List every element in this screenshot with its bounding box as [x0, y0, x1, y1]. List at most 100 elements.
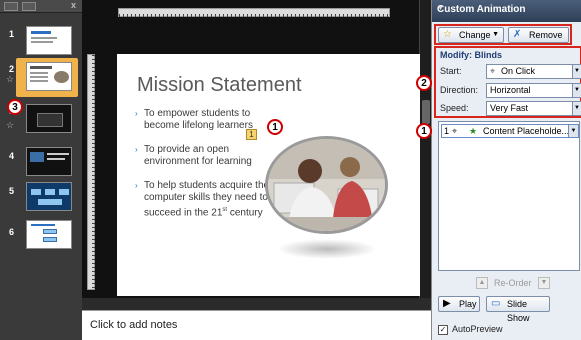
ruler-tick: [92, 91, 95, 92]
pane-options-icon[interactable]: ▼: [437, 5, 576, 12]
ruler-tick: [92, 279, 95, 280]
chevron-down-icon: ▼: [572, 102, 581, 115]
slides-tab-icon[interactable]: [4, 2, 18, 11]
close-icon[interactable]: x: [71, 0, 76, 10]
slide-show-button[interactable]: ▭ Slide Show: [486, 296, 550, 323]
slide-thumbnail-2[interactable]: [26, 62, 72, 91]
bullet-text: To provide an open environment for learn…: [144, 144, 252, 167]
ruler-tick: [92, 271, 95, 272]
ruler-tick: [123, 14, 124, 17]
play-button[interactable]: ▶ Play: [438, 296, 480, 312]
ruler-tick: [331, 14, 332, 17]
outline-tab-icon[interactable]: [22, 2, 36, 11]
bullet-item[interactable]: › To provide an open environment for lea…: [135, 144, 273, 168]
ruler-tick: [191, 14, 192, 17]
animation-order-number: 1: [444, 126, 450, 136]
ruler-tick: [92, 79, 95, 80]
ruler-tick: [92, 147, 95, 148]
ruler-tick: [92, 131, 95, 132]
slide-number: 5: [9, 186, 15, 196]
bullet-item[interactable]: › To help students acquire the computer …: [135, 180, 273, 219]
ruler-tick: [283, 14, 284, 17]
slide-title[interactable]: Mission Statement: [137, 74, 302, 97]
ruler-tick: [323, 14, 324, 17]
sidebar-toolbar: x: [0, 0, 82, 13]
ruler-tick: [92, 171, 95, 172]
ruler-tick: [131, 14, 132, 17]
ruler-tick: [92, 199, 95, 200]
slide-number: 2: [9, 64, 15, 74]
ruler-tick: [155, 14, 156, 17]
horizontal-ruler: [118, 8, 390, 17]
ruler-tick: [92, 227, 95, 228]
animation-star-icon: ☆: [6, 120, 15, 130]
ruler-tick: [127, 14, 128, 17]
notes-pane[interactable]: Click to add notes: [82, 310, 431, 340]
chevron-down-icon: ▼: [572, 65, 581, 78]
ruler-tick: [92, 211, 95, 212]
ruler-tick: [319, 14, 320, 17]
ruler-tick: [203, 14, 204, 17]
ruler-tick: [92, 67, 95, 68]
ruler-tick: [92, 187, 95, 188]
ruler-tick: [383, 14, 384, 17]
ruler-tick: [279, 14, 280, 17]
chevron-down-icon: ▼: [572, 84, 581, 97]
start-label: Start:: [440, 66, 462, 76]
ruler-tick: [92, 243, 95, 244]
chevron-down-icon[interactable]: ▼: [568, 125, 578, 137]
bullet-text: century: [227, 207, 263, 219]
ruler-tick: [139, 14, 140, 17]
slide-thumbnail-6[interactable]: [26, 220, 72, 249]
ruler-tick: [303, 14, 304, 17]
slide-thumbnail-3[interactable]: [26, 104, 72, 133]
ruler-tick: [92, 159, 95, 160]
slide-number: 4: [9, 151, 15, 161]
checkbox-checked-icon: ✓: [438, 324, 448, 335]
ruler-tick: [92, 87, 95, 88]
ruler-tick: [92, 267, 95, 268]
reorder-label: Re-Order: [494, 278, 532, 288]
vertical-scrollbar[interactable]: [419, 0, 431, 310]
ruler-tick: [92, 167, 95, 168]
ruler-tick: [355, 14, 356, 17]
slide-thumbnail-1[interactable]: [26, 26, 72, 55]
custom-animation-pane: Custom Animation ▼ ☆ Change ▼ ✗ Remove M…: [431, 0, 581, 340]
speed-dropdown[interactable]: Very Fast ▼: [486, 101, 581, 116]
animation-order-tag[interactable]: 1: [246, 129, 257, 140]
move-up-icon[interactable]: ▲: [476, 277, 488, 289]
autopreview-checkbox[interactable]: ✓ AutoPreview: [438, 324, 503, 335]
play-icon: ▶: [443, 298, 451, 309]
ruler-tick: [92, 135, 95, 136]
direction-dropdown[interactable]: Horizontal ▼: [486, 83, 581, 98]
pane-header: Custom Animation ▼: [432, 0, 581, 22]
ruler-tick: [359, 14, 360, 17]
ruler-tick: [92, 219, 95, 220]
animation-list-item[interactable]: 1 ⌖ ★ Content Placeholde... ▼: [441, 124, 579, 138]
ruler-tick: [271, 14, 272, 17]
ruler-tick: [135, 14, 136, 17]
ruler-tick: [363, 14, 364, 17]
notes-splitter[interactable]: [82, 298, 431, 310]
remove-button[interactable]: ✗ Remove: [508, 27, 569, 43]
slide-thumbnail-4[interactable]: [26, 147, 72, 176]
ruler-tick: [92, 151, 95, 152]
ruler-tick: [307, 14, 308, 17]
change-label: Change: [459, 30, 491, 40]
ruler-tick: [92, 215, 95, 216]
slide-canvas[interactable]: Mission Statement › To empower students …: [117, 54, 420, 296]
slide-photo[interactable]: [265, 136, 388, 234]
animation-list[interactable]: 1 ⌖ ★ Content Placeholde... ▼: [438, 121, 580, 271]
change-button[interactable]: ☆ Change ▼: [438, 27, 504, 43]
scrollbar-thumb[interactable]: [422, 100, 430, 124]
slide-thumbnail-5[interactable]: [26, 182, 72, 211]
ruler-tick: [367, 14, 368, 17]
mouse-icon: ⌖: [452, 126, 458, 136]
move-down-icon[interactable]: ▼: [538, 277, 550, 289]
start-dropdown[interactable]: ⌖ On Click ▼: [486, 64, 581, 79]
callout-marker: 3: [7, 99, 23, 115]
ruler-tick: [351, 14, 352, 17]
speed-value: Very Fast: [490, 103, 529, 113]
autopreview-label: AutoPreview: [452, 324, 503, 334]
ruler-tick: [92, 207, 95, 208]
